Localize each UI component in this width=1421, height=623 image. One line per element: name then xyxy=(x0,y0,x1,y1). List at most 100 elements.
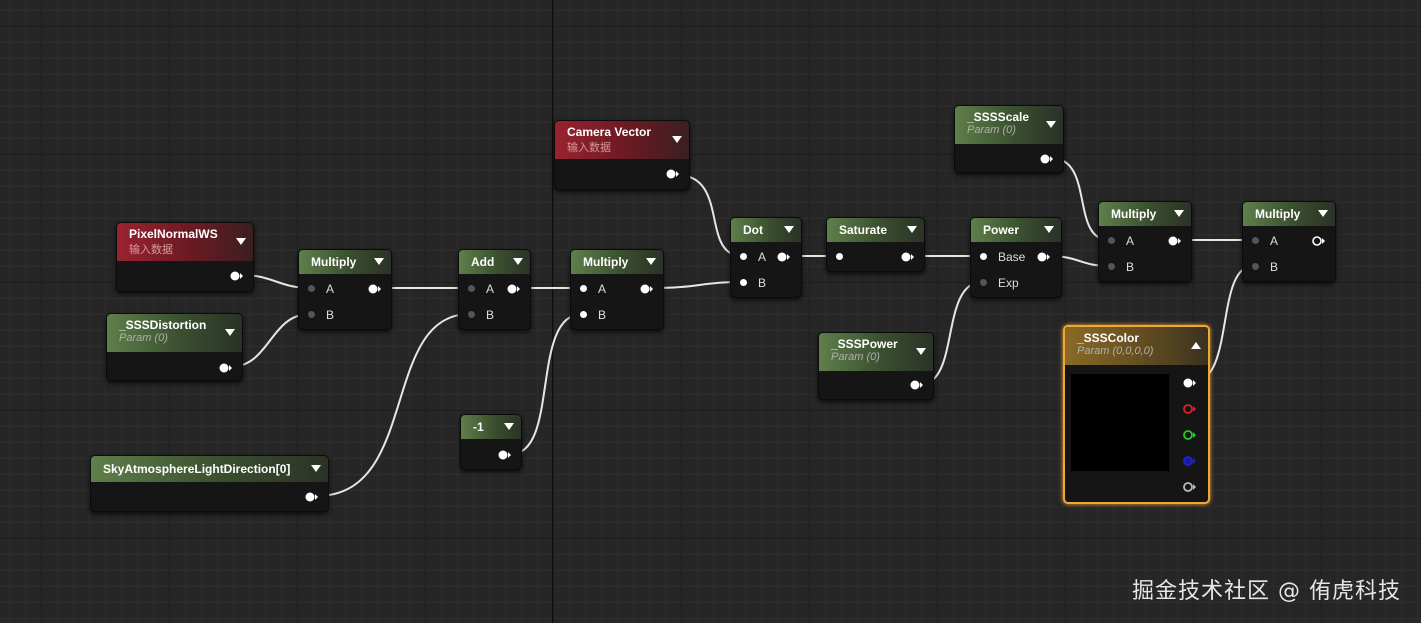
input-pin-a[interactable] xyxy=(580,285,587,292)
node-title: _SSSPower xyxy=(831,337,898,351)
node-power[interactable]: Power Base Exp xyxy=(970,217,1062,298)
node-sss-scale[interactable]: _SSSScale Param (0) xyxy=(954,105,1064,173)
node-title: Multiply xyxy=(1255,207,1301,221)
wire-multiply2-to-dotb xyxy=(650,281,743,289)
pin-label-b: B xyxy=(598,308,607,322)
input-pin-b[interactable] xyxy=(468,311,475,318)
input-pin-b[interactable] xyxy=(740,279,747,286)
input-pin-b[interactable] xyxy=(308,311,315,318)
node-title: Multiply xyxy=(1111,207,1157,221)
pin-label-a: A xyxy=(1270,234,1279,248)
output-pin-icon[interactable] xyxy=(777,250,791,264)
input-pin-b[interactable] xyxy=(580,311,587,318)
node-sss-distortion[interactable]: _SSSDistortion Param (0) xyxy=(106,313,243,381)
node-subtitle: Param (0) xyxy=(967,124,1016,136)
output-pin-icon[interactable] xyxy=(305,490,319,504)
node-title: _SSSDistortion xyxy=(119,318,207,332)
node-sss-power[interactable]: _SSSPower Param (0) xyxy=(818,332,934,400)
node-saturate[interactable]: Saturate xyxy=(826,217,925,272)
input-pin-b[interactable] xyxy=(1252,263,1259,270)
color-preview-swatch xyxy=(1071,374,1169,471)
node-multiply-3[interactable]: Multiply A B xyxy=(1098,201,1192,282)
node-title: Power xyxy=(983,223,1020,237)
node-subtitle: 输入数据 xyxy=(567,142,611,154)
node-title: Add xyxy=(471,255,495,269)
pin-label-base: Base xyxy=(998,250,1026,264)
node-subtitle: Param (0) xyxy=(119,332,168,344)
output-pin-empty-icon[interactable] xyxy=(1312,234,1326,248)
output-pin-icon[interactable] xyxy=(230,269,244,283)
output-pin-icon[interactable] xyxy=(1040,152,1054,166)
pin-label-exp: Exp xyxy=(998,276,1019,290)
node-sky-atmosphere-light-direction[interactable]: SkyAtmosphereLightDirection[0] xyxy=(90,455,329,512)
pin-label-a: A xyxy=(758,250,767,264)
output-pin-icon[interactable] xyxy=(368,282,382,296)
input-pin-a[interactable] xyxy=(1252,237,1259,244)
node-pixel-normal-ws[interactable]: PixelNormalWS 输入数据 xyxy=(116,222,254,292)
pin-label-a: A xyxy=(326,282,335,296)
pin-label-b: B xyxy=(758,276,767,290)
input-pin-a[interactable] xyxy=(740,253,747,260)
node-dot[interactable]: Dot A B xyxy=(730,217,802,298)
node-sss-color[interactable]: _SSSColor Param (0,0,0,0) xyxy=(1063,325,1210,504)
output-pin-alpha-icon[interactable] xyxy=(1183,480,1197,494)
node-title: Saturate xyxy=(839,223,888,237)
output-pin-icon[interactable] xyxy=(1037,250,1051,264)
output-pin-rgba-icon[interactable] xyxy=(1183,376,1197,390)
node-subtitle: Param (0,0,0,0) xyxy=(1077,345,1154,357)
node-title: Multiply xyxy=(311,255,357,269)
output-pin-icon[interactable] xyxy=(1168,234,1182,248)
collapse-chevron-icon[interactable] xyxy=(1046,121,1056,128)
output-pin-icon[interactable] xyxy=(666,167,680,181)
output-pin-icon[interactable] xyxy=(901,250,915,264)
input-pin-a[interactable] xyxy=(468,285,475,292)
collapse-chevron-icon[interactable] xyxy=(504,423,514,430)
node-title: PixelNormalWS xyxy=(129,227,218,241)
wire-layer xyxy=(229,157,1254,497)
collapse-chevron-icon[interactable] xyxy=(1174,210,1184,217)
output-pin-blue-icon[interactable] xyxy=(1183,454,1197,468)
collapse-chevron-icon[interactable] xyxy=(311,465,321,472)
collapse-chevron-icon[interactable] xyxy=(225,329,235,336)
node-title: SkyAtmosphereLightDirection[0] xyxy=(103,462,291,476)
collapse-chevron-icon[interactable] xyxy=(236,238,246,245)
node-title: Dot xyxy=(743,223,763,237)
input-pin-b[interactable] xyxy=(1108,263,1115,270)
pin-label-b: B xyxy=(486,308,495,322)
input-pin-a[interactable] xyxy=(308,285,315,292)
node-multiply-1[interactable]: Multiply A B xyxy=(298,249,392,330)
collapse-chevron-icon[interactable] xyxy=(1044,226,1054,233)
pin-label-a: A xyxy=(486,282,495,296)
collapse-chevron-up-icon[interactable] xyxy=(1191,342,1201,349)
collapse-chevron-icon[interactable] xyxy=(916,348,926,355)
node-multiply-4[interactable]: Multiply A B xyxy=(1242,201,1336,282)
node-constant-neg1[interactable]: -1 xyxy=(460,414,522,470)
collapse-chevron-icon[interactable] xyxy=(1318,210,1328,217)
output-pin-red-icon[interactable] xyxy=(1183,402,1197,416)
node-title: _SSSColor xyxy=(1077,331,1140,345)
collapse-chevron-icon[interactable] xyxy=(907,226,917,233)
output-pin-icon[interactable] xyxy=(219,361,233,375)
input-pin-a[interactable] xyxy=(1108,237,1115,244)
collapse-chevron-icon[interactable] xyxy=(513,258,523,265)
input-pin-exp[interactable] xyxy=(980,279,987,286)
output-pin-icon[interactable] xyxy=(910,378,924,392)
output-pin-green-icon[interactable] xyxy=(1183,428,1197,442)
node-title: -1 xyxy=(473,420,484,434)
output-pin-icon[interactable] xyxy=(507,282,521,296)
pin-label-b: B xyxy=(326,308,335,322)
input-pin-base[interactable] xyxy=(980,253,987,260)
pin-label-a: A xyxy=(1126,234,1135,248)
wire-sky-to-addb xyxy=(316,313,471,497)
collapse-chevron-icon[interactable] xyxy=(784,226,794,233)
watermark: 掘金技术社区 @ 侑虎科技 xyxy=(1132,579,1401,604)
node-camera-vector[interactable]: Camera Vector 输入数据 xyxy=(554,120,690,190)
output-pin-icon[interactable] xyxy=(640,282,654,296)
node-add[interactable]: Add A B xyxy=(458,249,531,330)
collapse-chevron-icon[interactable] xyxy=(374,258,384,265)
node-multiply-2[interactable]: Multiply A B xyxy=(570,249,664,330)
collapse-chevron-icon[interactable] xyxy=(646,258,656,265)
output-pin-icon[interactable] xyxy=(498,448,512,462)
collapse-chevron-icon[interactable] xyxy=(672,136,682,143)
input-pin[interactable] xyxy=(836,253,843,260)
